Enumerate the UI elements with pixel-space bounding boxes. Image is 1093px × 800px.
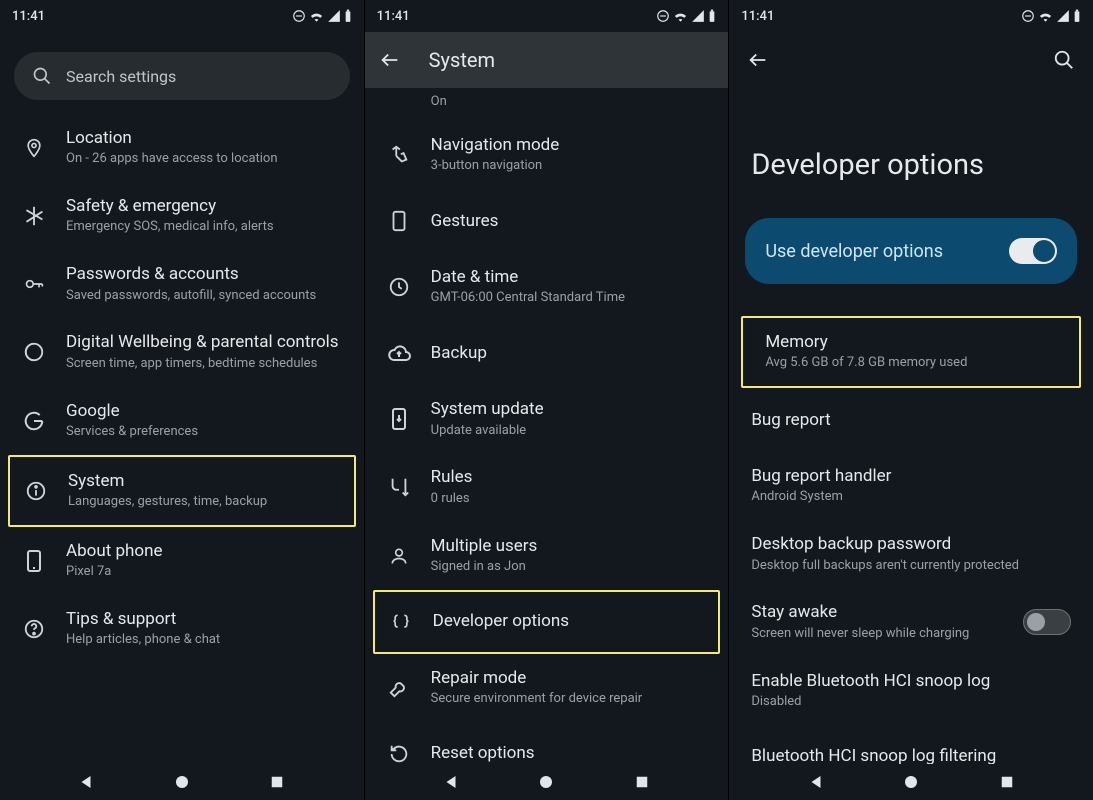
nav-recents-icon[interactable]: [633, 773, 651, 791]
battery-icon: [344, 9, 352, 23]
settings-item-google[interactable]: GoogleServices & preferences: [0, 387, 364, 455]
nav-home-icon[interactable]: [537, 773, 555, 791]
system-item-repair[interactable]: Repair modeSecure environment for device…: [365, 654, 729, 722]
dnd-icon: [1021, 9, 1035, 23]
dnd-icon: [656, 9, 670, 23]
devopts-item-memory[interactable]: MemoryAvg 5.6 GB of 7.8 GB memory used: [741, 316, 1081, 388]
user-icon: [387, 544, 411, 568]
system-list: Navigation mode3-button navigation Gestu…: [365, 113, 729, 764]
status-bar: 11:41: [0, 0, 364, 32]
nav-back-icon[interactable]: [442, 773, 460, 791]
rules-icon: [387, 475, 411, 499]
system-item-rules[interactable]: Rules0 rules: [365, 453, 729, 521]
app-bar: [729, 32, 1093, 88]
google-icon: [22, 409, 46, 433]
system-item-gestures[interactable]: Gestures: [365, 189, 729, 253]
devopts-item-stayawake[interactable]: Stay awakeScreen will never sleep while …: [729, 588, 1093, 656]
devopts-item-bughandler[interactable]: Bug report handlerAndroid System: [729, 452, 1093, 520]
nav-bar: [0, 764, 364, 800]
settings-item-about[interactable]: About phonePixel 7a: [0, 527, 364, 595]
status-icons: [1021, 9, 1081, 23]
nav-back-icon[interactable]: [77, 773, 95, 791]
nav-home-icon[interactable]: [173, 773, 191, 791]
system-item-datetime[interactable]: Date & timeGMT-06:00 Central Standard Ti…: [365, 253, 729, 321]
settings-item-wellbeing[interactable]: Digital Wellbeing & parental controlsScr…: [0, 318, 364, 386]
back-arrow-icon[interactable]: [379, 49, 401, 71]
system-item-devopts[interactable]: Developer options: [373, 590, 721, 654]
nav-recents-icon[interactable]: [998, 773, 1016, 791]
settings-item-system[interactable]: SystemLanguages, gestures, time, backup: [8, 455, 356, 527]
page-title: Developer options: [729, 88, 1093, 218]
info-icon: [24, 479, 48, 503]
status-bar: 11:41: [365, 0, 729, 32]
status-bar: 11:41: [729, 0, 1093, 32]
dnd-icon: [292, 9, 306, 23]
battery-icon: [1073, 9, 1081, 23]
signal-icon: [1056, 9, 1070, 23]
status-time: 11:41: [12, 9, 45, 24]
cloud-icon: [387, 341, 411, 365]
cut-item-subtitle: On: [365, 88, 729, 113]
system-item-users[interactable]: Multiple usersSigned in as Jon: [365, 522, 729, 590]
signal-icon: [691, 9, 705, 23]
system-item-reset[interactable]: Reset options: [365, 722, 729, 764]
nav-back-icon[interactable]: [807, 773, 825, 791]
clock-icon: [387, 275, 411, 299]
wifi-icon: [309, 10, 324, 22]
devopts-list: MemoryAvg 5.6 GB of 7.8 GB memory used B…: [729, 308, 1093, 764]
settings-item-tips[interactable]: Tips & supportHelp articles, phone & cha…: [0, 595, 364, 663]
devopts-item-hcilog[interactable]: Enable Bluetooth HCI snoop logDisabled: [729, 657, 1093, 725]
wifi-icon: [673, 10, 688, 22]
search-icon[interactable]: [1053, 49, 1075, 71]
phone-rect-icon: [387, 209, 411, 233]
nav-bar: [729, 764, 1093, 800]
devopts-item-bugreport[interactable]: Bug report: [729, 388, 1093, 452]
stay-awake-switch[interactable]: [1023, 609, 1071, 635]
system-item-navmode[interactable]: Navigation mode3-button navigation: [365, 121, 729, 189]
search-input[interactable]: Search settings: [14, 52, 350, 100]
wrench-icon: [387, 676, 411, 700]
nav-recents-icon[interactable]: [268, 773, 286, 791]
settings-item-passwords[interactable]: Passwords & accountsSaved passwords, aut…: [0, 250, 364, 318]
battery-icon: [708, 9, 716, 23]
search-icon: [32, 66, 52, 86]
nav-bar: [365, 764, 729, 800]
signal-icon: [327, 9, 341, 23]
devopts-item-desktopbackup[interactable]: Desktop backup passwordDesktop full back…: [729, 520, 1093, 588]
settings-item-location[interactable]: LocationOn - 26 apps have access to loca…: [0, 114, 364, 182]
phone-icon: [22, 549, 46, 573]
devopts-item-hci-filter[interactable]: Bluetooth HCI snoop log filtering: [729, 725, 1093, 764]
help-icon: [22, 617, 46, 641]
app-bar: System: [365, 32, 729, 88]
key-icon: [22, 272, 46, 296]
settings-list: LocationOn - 26 apps have access to loca…: [0, 106, 364, 764]
system-item-update[interactable]: System updateUpdate available: [365, 385, 729, 453]
wellbeing-icon: [22, 340, 46, 364]
settings-item-safety[interactable]: Safety & emergencyEmergency SOS, medical…: [0, 182, 364, 250]
status-icons: [656, 9, 716, 23]
reset-icon: [387, 742, 411, 764]
braces-icon: [389, 610, 413, 634]
master-toggle-label: Use developer options: [765, 241, 943, 262]
status-time: 11:41: [741, 9, 774, 24]
swipe-icon: [387, 143, 411, 167]
pin-icon: [22, 136, 46, 160]
master-toggle-card[interactable]: Use developer options: [745, 218, 1077, 284]
appbar-title: System: [429, 48, 495, 72]
system-item-backup[interactable]: Backup: [365, 321, 729, 385]
master-toggle-switch[interactable]: [1009, 238, 1057, 264]
nav-home-icon[interactable]: [902, 773, 920, 791]
search-placeholder: Search settings: [66, 67, 176, 86]
wifi-icon: [1038, 10, 1053, 22]
status-time: 11:41: [377, 9, 410, 24]
phone-down-icon: [387, 407, 411, 431]
status-icons: [292, 9, 352, 23]
back-arrow-icon[interactable]: [747, 49, 769, 71]
asterisk-icon: [22, 204, 46, 228]
